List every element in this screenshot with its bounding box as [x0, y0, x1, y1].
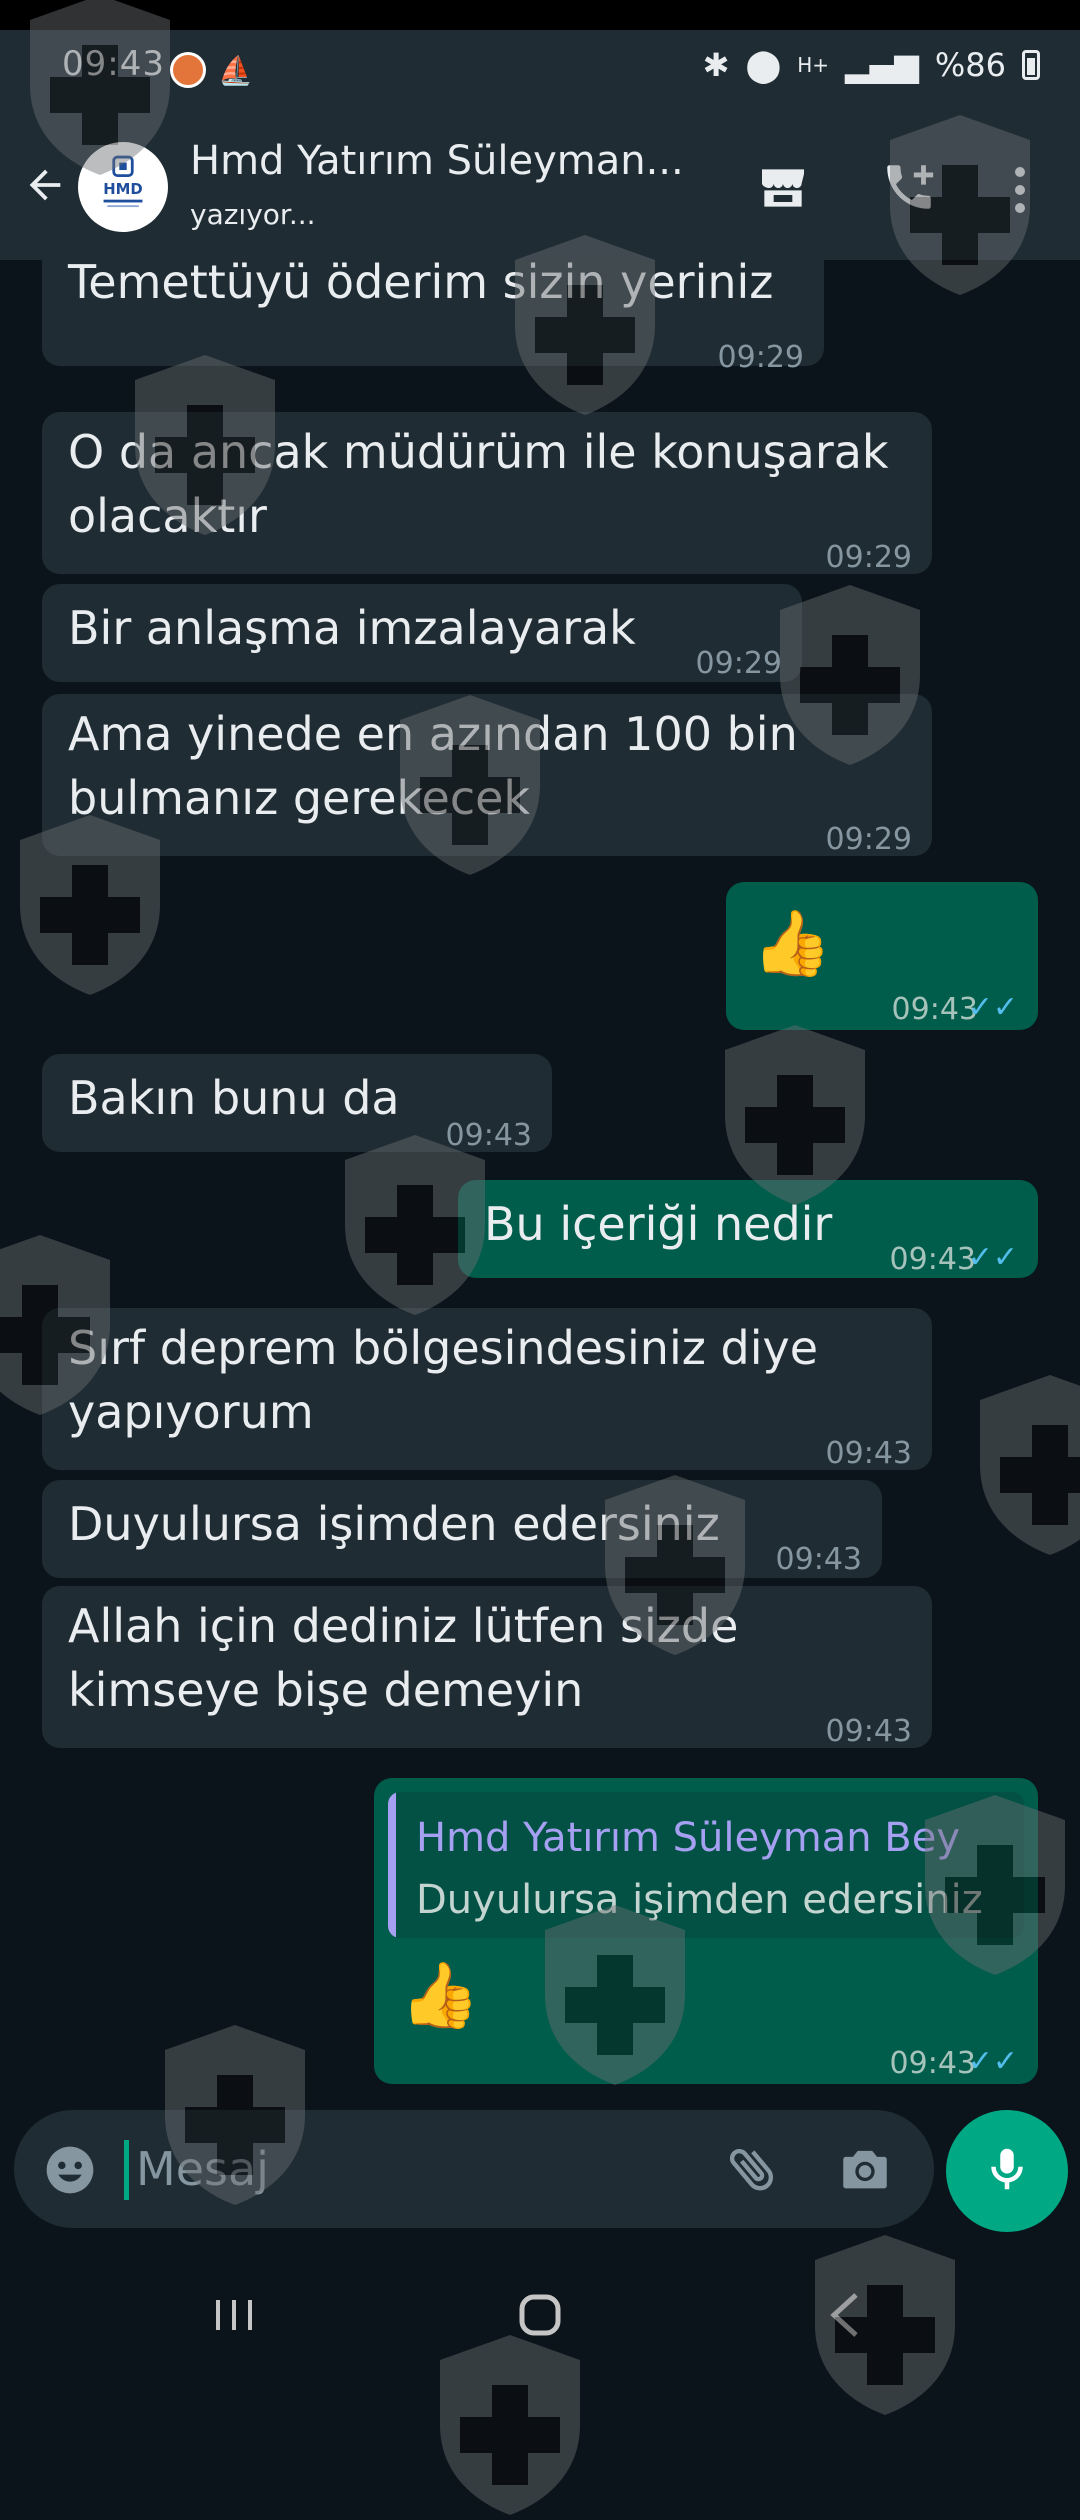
message-input[interactable]: [136, 2134, 636, 2204]
double-check-icon: ✓✓: [967, 990, 1018, 1025]
avatar-logo: HMD: [98, 155, 148, 208]
contact-name[interactable]: Hmd Yatırım Süleyman...: [190, 138, 684, 184]
status-indicators: ✱ ⬤ H+ ▂▄▆ %86: [703, 46, 1040, 84]
message-incoming[interactable]: Temettüyü öderim sizin yeriniz 09:29: [42, 260, 824, 375]
system-nav-bar: [0, 2245, 1080, 2400]
nav-back-icon[interactable]: [820, 2285, 870, 2345]
mic-icon: [980, 2142, 1034, 2200]
message-time: 09:43: [825, 1436, 912, 1471]
message-outgoing[interactable]: Bu içeriği nedir 09:43 ✓✓: [458, 1180, 1038, 1278]
message-incoming[interactable]: Duyulursa işimden edersiniz 09:43: [42, 1480, 882, 1578]
quote-text: Duyulursa işimden edersiniz: [416, 1877, 983, 1923]
avatar-text: HMD: [103, 181, 142, 198]
add-call-icon[interactable]: [880, 158, 940, 218]
message-outgoing-reply[interactable]: Hmd Yatırım Süleyman Bey Duyulursa işimd…: [374, 1778, 1038, 2084]
double-check-icon: ✓✓: [967, 1240, 1018, 1275]
message-incoming[interactable]: Sırf deprem bölgesindesiniz diye yapıyor…: [42, 1308, 932, 1471]
message-time: 09:29: [825, 822, 912, 857]
message-text: O da ancak müdürüm ile konuşarak olacakt…: [68, 425, 889, 543]
message-incoming[interactable]: Ama yinede en azından 100 bin bulmanız g…: [42, 694, 932, 857]
message-emoji: 👍: [400, 1959, 480, 2033]
mic-button[interactable]: [946, 2110, 1068, 2232]
message-text: Duyulursa işimden edersiniz: [68, 1497, 720, 1551]
chat-area[interactable]: Temettüyü öderim sizin yeriniz 09:29 O d…: [0, 260, 1080, 2100]
bluetooth-icon: ✱: [702, 46, 730, 84]
paperclip-icon[interactable]: [724, 2140, 784, 2200]
more-vert-icon[interactable]: [1010, 160, 1030, 220]
message-text: Bakın bunu da: [68, 1071, 400, 1125]
quoted-message[interactable]: Hmd Yatırım Süleyman Bey Duyulursa işimd…: [388, 1792, 1024, 1938]
home-icon[interactable]: [510, 2285, 570, 2345]
top-black-strip: [0, 0, 1080, 30]
typing-status: yazıyor...: [190, 198, 316, 231]
quote-author: Hmd Yatırım Süleyman Bey: [416, 1815, 961, 1861]
message-composer: [14, 2110, 934, 2228]
status-time: 09:43: [62, 44, 165, 84]
quote-accent-bar: [388, 1792, 396, 1938]
message-incoming[interactable]: O da ancak müdürüm ile konuşarak olacakt…: [42, 412, 932, 575]
message-incoming[interactable]: Bir anlaşma imzalayarak 09:29: [42, 584, 802, 682]
message-outgoing[interactable]: 👍 09:43 ✓✓: [726, 882, 1038, 1030]
message-text: Bu içeriği nedir: [484, 1197, 833, 1251]
recents-icon[interactable]: [210, 2290, 260, 2340]
contact-avatar[interactable]: HMD: [78, 142, 168, 232]
message-time: 09:43: [889, 1242, 976, 1277]
message-time: 09:43: [889, 2046, 976, 2081]
camera-icon[interactable]: [836, 2140, 896, 2200]
signal-icon: ▂▄▆: [845, 46, 919, 84]
location-icon: ⬤: [745, 46, 782, 84]
arrow-left-icon[interactable]: [20, 150, 70, 220]
message-time: 09:43: [891, 992, 978, 1027]
message-text: Bir anlaşma imzalayarak: [68, 601, 636, 655]
message-time: 09:43: [775, 1542, 862, 1577]
message-text: Sırf deprem bölgesindesiniz diye yapıyor…: [68, 1321, 819, 1439]
network-type: H+: [797, 53, 830, 77]
double-check-icon: ✓✓: [967, 2044, 1018, 2079]
notification-app-icon: [170, 52, 206, 88]
battery-level: %86: [934, 46, 1006, 84]
message-time: 09:43: [825, 1714, 912, 1749]
message-time: 09:29: [825, 540, 912, 575]
boat-notification-icon: ⛵: [218, 54, 253, 87]
battery-icon: [1022, 50, 1040, 80]
message-text: Temettüyü öderim sizin yeriniz: [68, 260, 774, 309]
store-icon[interactable]: [755, 160, 815, 220]
message-text: Allah için dediniz lütfen sizde kimseye …: [68, 1599, 739, 1717]
emoji-icon[interactable]: [42, 2142, 98, 2198]
text-cursor: [124, 2140, 129, 2200]
message-incoming[interactable]: Bakın bunu da 09:43: [42, 1054, 552, 1153]
message-time: 09:29: [717, 340, 804, 375]
message-incoming[interactable]: Allah için dediniz lütfen sizde kimseye …: [42, 1586, 932, 1749]
message-time: 09:43: [445, 1118, 532, 1153]
message-text: Ama yinede en azından 100 bin bulmanız g…: [68, 707, 798, 825]
message-time: 09:29: [695, 646, 782, 681]
message-emoji: 👍: [752, 907, 832, 981]
